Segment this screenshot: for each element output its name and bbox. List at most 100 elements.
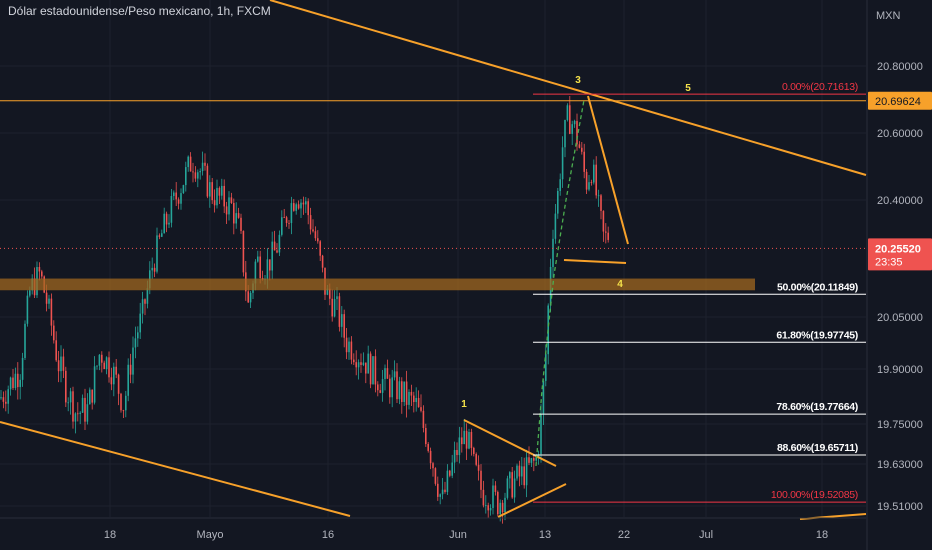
candle-body [41, 271, 43, 277]
candle-body [89, 389, 91, 405]
candle-body [463, 430, 465, 445]
candle-body [194, 172, 197, 179]
candle-body [93, 366, 96, 403]
candle-body [216, 187, 218, 206]
candle-body [173, 192, 175, 197]
candle-body [504, 497, 506, 513]
candle-body [350, 341, 353, 360]
wave-label-3[interactable]: 3 [575, 75, 581, 86]
candle-body [449, 470, 451, 476]
candle-body [465, 430, 468, 449]
candle-body [386, 368, 389, 379]
candle-body [446, 470, 449, 492]
candle-body [559, 179, 561, 191]
candle-body [180, 193, 182, 204]
candle-body [413, 395, 415, 403]
candle-body [566, 105, 569, 120]
candle-body [367, 353, 369, 374]
candle-body [420, 407, 422, 411]
candle-body [96, 365, 98, 367]
x-tick-label: 16 [322, 529, 334, 541]
candle-body [307, 201, 309, 216]
candle-body [331, 298, 333, 317]
y-tick-label: 20.05000 [877, 312, 923, 324]
support-zone[interactable] [0, 278, 755, 291]
candle-body [62, 356, 65, 371]
candle-body [341, 314, 343, 327]
candle-body [218, 187, 221, 196]
candle-body [146, 288, 149, 304]
candle-body [422, 410, 425, 428]
candle-body [29, 290, 31, 296]
candle-body [487, 505, 489, 511]
candle-body [2, 397, 5, 402]
chart-canvas[interactable]: 0.00%(20.71613) 50.00%(20.11849) 61.80%(19… [0, 0, 932, 550]
candle-body [511, 472, 513, 498]
candle-body [249, 292, 252, 303]
x-tick-label: 13 [539, 529, 551, 541]
candle-body [74, 413, 77, 422]
candle-body [458, 437, 461, 456]
candle-body [408, 391, 410, 405]
x-tick-label: 18 [104, 529, 116, 541]
candle-body [221, 185, 223, 196]
candle-body [595, 164, 597, 196]
candle-body [415, 397, 417, 403]
candle-body [134, 338, 137, 348]
candle-body [161, 233, 163, 237]
candle-body [81, 397, 84, 413]
candle-body [201, 162, 204, 172]
candle-body [48, 298, 50, 304]
candle-body [113, 366, 115, 385]
candle-body [521, 466, 523, 477]
candle-body [79, 412, 81, 414]
candle-body [489, 507, 492, 511]
candle-body [55, 340, 57, 361]
candle-body [437, 483, 439, 497]
candle-body [199, 171, 201, 173]
candle-body [158, 235, 161, 237]
candle-body [405, 381, 408, 405]
candle-body [122, 410, 125, 412]
fib-level-label: 100.00%(19.52085) [771, 489, 858, 501]
wave-label-4[interactable]: 4 [617, 279, 623, 290]
candle-body [581, 147, 583, 152]
candle-body [494, 485, 497, 492]
candle-body [564, 119, 566, 148]
candle-body [189, 156, 192, 172]
candle-body [384, 368, 386, 380]
candle-body [98, 354, 101, 366]
candle-body [561, 147, 564, 180]
candle-body [153, 267, 156, 272]
candle-body [605, 231, 607, 233]
candle-body [91, 389, 93, 403]
candle-body [583, 151, 585, 172]
y-tick-label: 19.63000 [877, 459, 923, 471]
x-tick-label: Mayo [197, 529, 224, 541]
candle-body [516, 465, 518, 479]
candle-body [602, 210, 605, 232]
wave-label-1[interactable]: 1 [461, 399, 467, 410]
candle-body [441, 489, 444, 495]
candle-body [497, 491, 499, 515]
candle-body [530, 458, 533, 463]
candle-body [288, 222, 290, 224]
candle-body [425, 427, 427, 445]
candle-body [475, 453, 477, 465]
candle-body [211, 182, 213, 201]
candle-body [468, 431, 470, 449]
candle-body [597, 195, 600, 197]
candle-body [57, 360, 60, 372]
y-tick-label: 20.40000 [877, 195, 923, 207]
candle-body [401, 381, 403, 402]
candle-body [5, 401, 7, 404]
wave-label-5[interactable]: 5 [685, 83, 691, 94]
candle-body [585, 171, 588, 190]
candle-body [317, 238, 319, 242]
candle-body [132, 347, 134, 375]
candle-body [19, 379, 21, 388]
candle-body [237, 213, 240, 218]
candle-body [242, 230, 245, 273]
candle-body [204, 162, 206, 166]
candle-body [67, 402, 69, 404]
